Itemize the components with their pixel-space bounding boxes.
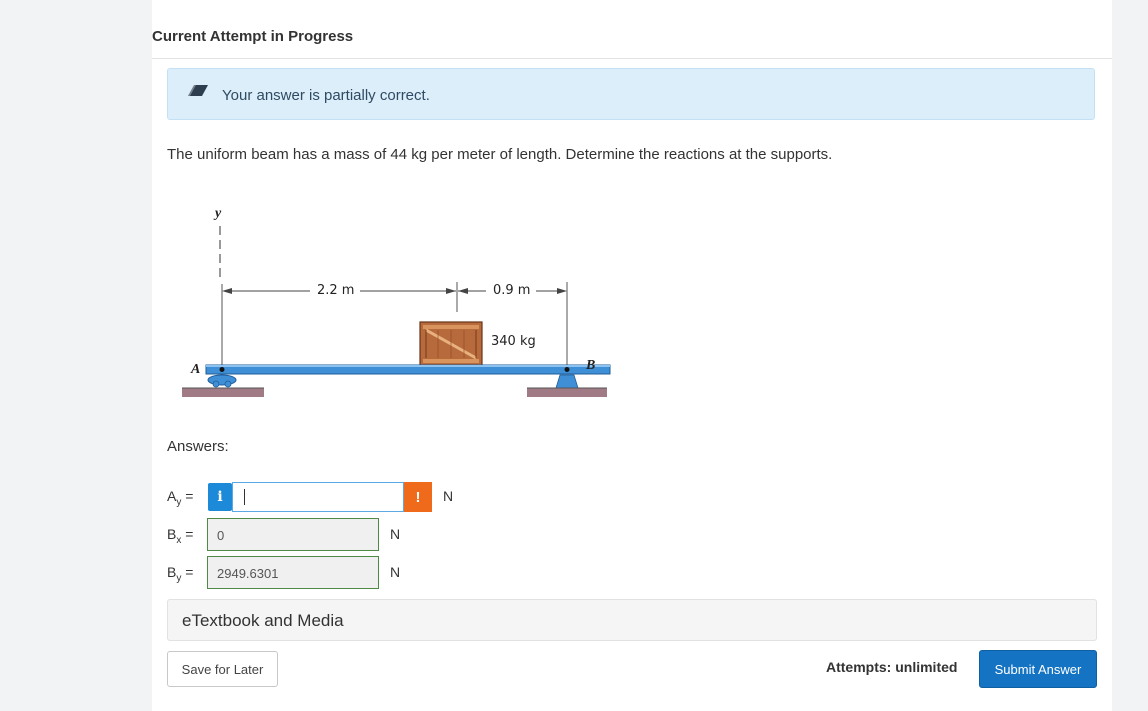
submit-answer-button[interactable]: Submit Answer (979, 650, 1097, 688)
ay-unit: N (443, 488, 454, 504)
bx-input[interactable]: 0 (207, 518, 379, 551)
by-label: By = (167, 564, 194, 584)
header-divider (152, 58, 1112, 59)
dim-left-label: 2.2 m (317, 283, 355, 298)
by-input[interactable]: 2949.6301 (207, 556, 379, 589)
text-cursor (244, 489, 245, 505)
warning-icon[interactable]: ! (404, 482, 432, 512)
feedback-text: Your answer is partially correct. (222, 87, 430, 104)
support-b-label: B (586, 358, 596, 373)
beam-figure: y 2.2 m 0.9 m 340 kg A B (170, 200, 620, 415)
info-button[interactable]: i (208, 483, 232, 511)
etextbook-label: eTextbook and Media (182, 611, 344, 630)
attempts-text: Attempts: unlimited (826, 659, 958, 675)
ay-label: Ay = (167, 488, 194, 508)
etextbook-section[interactable]: eTextbook and Media (167, 599, 1097, 641)
mass-label: 340 kg (491, 334, 536, 349)
bx-unit: N (390, 526, 401, 542)
support-a-label: A (191, 362, 201, 377)
eraser-icon (186, 84, 210, 103)
question-text: The uniform beam has a mass of 44 kg per… (167, 146, 833, 163)
answers-label: Answers: (167, 438, 229, 455)
page-title: Current Attempt in Progress (152, 28, 354, 45)
ay-input[interactable] (232, 482, 404, 512)
by-unit: N (390, 564, 401, 580)
feedback-alert: Your answer is partially correct. (167, 68, 1095, 120)
bx-label: Bx = (167, 526, 194, 546)
dim-right-label: 0.9 m (493, 283, 531, 298)
y-axis-label: y (215, 206, 222, 221)
crate-illustration (419, 321, 483, 367)
save-for-later-button[interactable]: Save for Later (167, 651, 278, 687)
